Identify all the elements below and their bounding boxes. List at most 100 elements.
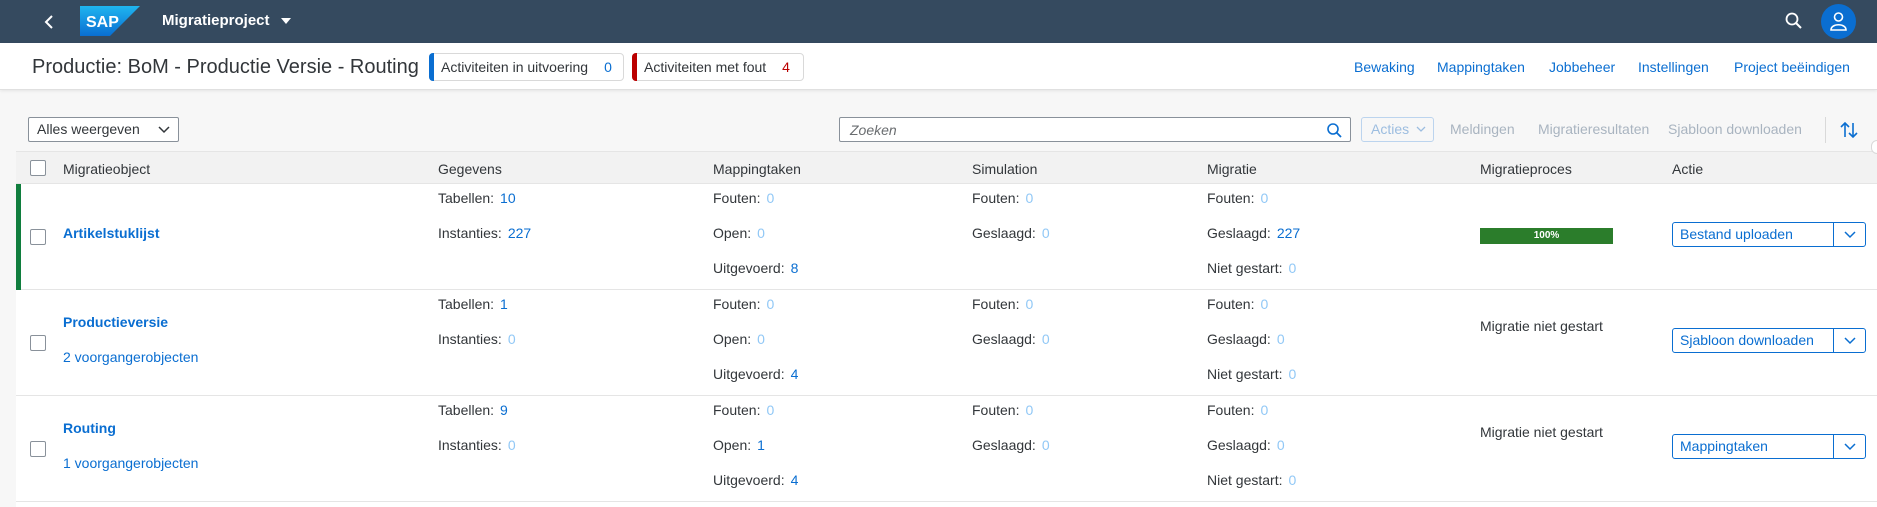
action-split-button[interactable]: Mappingtaken: [1672, 434, 1866, 459]
kpi-indicator: [429, 53, 434, 81]
object-header: Productie: BoM - Productie Versie - Rout…: [0, 43, 1877, 90]
toolbar-divider: [1825, 117, 1826, 143]
sort-icon[interactable]: [1838, 119, 1860, 141]
migratie-niet-gestart: Niet gestart: 0: [1207, 260, 1297, 276]
shell-bar: SAP Migratieproject: [0, 0, 1877, 43]
column-header-simulation[interactable]: Simulation: [972, 161, 1037, 177]
column-header-migratieproces[interactable]: Migratieproces: [1480, 161, 1572, 177]
simulation-fouten: Fouten: 0: [972, 190, 1034, 206]
mapping-uitgevoerd: Uitgevoerd: 8: [713, 260, 799, 276]
split-divider: [1833, 329, 1834, 352]
mapping-open: Open: 0: [713, 331, 765, 347]
action-split-button[interactable]: Sjabloon downloaden: [1672, 328, 1866, 353]
app-title[interactable]: Migratieproject: [162, 12, 270, 29]
kpi-value: 0: [604, 59, 612, 75]
chevron-down-icon[interactable]: [1844, 231, 1856, 239]
chevron-down-icon[interactable]: [1844, 337, 1856, 345]
split-divider: [1833, 223, 1834, 246]
gegevens-tabellen: Tabellen: 1: [438, 296, 508, 312]
mapping-fouten: Fouten: 0: [713, 190, 775, 206]
object-name-link[interactable]: Artikelstuklijst: [63, 225, 159, 241]
migratie-niet-gestart: Niet gestart: 0: [1207, 366, 1297, 382]
column-header-actie[interactable]: Actie: [1672, 161, 1703, 177]
mapping-fouten: Fouten: 0: [713, 402, 775, 418]
migration-status-text: Migratie niet gestart: [1480, 424, 1603, 440]
chevron-down-icon[interactable]: [1844, 443, 1856, 451]
gegevens-tabellen: Tabellen: 9: [438, 402, 508, 418]
kpi-value: 4: [782, 59, 790, 75]
mapping-open: Open: 0: [713, 225, 765, 241]
side-panel-handle[interactable]: [1871, 140, 1877, 154]
meldingen-button[interactable]: Meldingen: [1450, 121, 1515, 137]
action-button-label[interactable]: Bestand uploaden: [1680, 226, 1793, 242]
migration-status-text: Migratie niet gestart: [1480, 318, 1603, 334]
predecessor-objects-link[interactable]: 2 voorgangerobjecten: [63, 349, 198, 365]
filter-select[interactable]: Alles weergeven: [28, 117, 179, 142]
sjabloon-downloaden-button[interactable]: Sjabloon downloaden: [1668, 121, 1802, 137]
search-icon[interactable]: [1326, 122, 1343, 139]
split-divider: [1833, 435, 1834, 458]
predecessor-objects-link[interactable]: 1 voorgangerobjecten: [63, 455, 198, 471]
mapping-uitgevoerd: Uitgevoerd: 4: [713, 366, 799, 382]
page-title: Productie: BoM - Productie Versie - Rout…: [32, 56, 419, 78]
table-row[interactable]: Artikelstuklijst Tabellen: 10 Instanties:…: [16, 184, 1877, 290]
link-instellingen[interactable]: Instellingen: [1638, 59, 1709, 75]
chevron-down-icon: [158, 126, 170, 134]
object-name-link[interactable]: Productieversie: [63, 314, 168, 330]
link-project-beeindigen[interactable]: Project beëindigen: [1734, 59, 1850, 75]
sap-logo-text: SAP: [86, 14, 119, 31]
back-icon[interactable]: [38, 11, 60, 33]
migratie-geslaagd: Geslaagd: 0: [1207, 437, 1285, 453]
filter-select-value: Alles weergeven: [37, 121, 140, 137]
search-input[interactable]: Zoeken: [839, 117, 1351, 142]
simulation-fouten: Fouten: 0: [972, 402, 1034, 418]
user-avatar[interactable]: [1821, 4, 1856, 39]
user-icon: [1830, 12, 1847, 31]
search-placeholder: Zoeken: [850, 122, 897, 138]
migration-objects-table: Migratieobject Gegevens Mappingtaken Sim…: [16, 151, 1877, 507]
migratieresultaten-button[interactable]: Migratieresultaten: [1538, 121, 1649, 137]
link-bewaking[interactable]: Bewaking: [1354, 59, 1415, 75]
simulation-geslaagd: Geslaagd: 0: [972, 225, 1050, 241]
action-split-button[interactable]: Bestand uploaden: [1672, 222, 1866, 247]
select-all-checkbox[interactable]: [30, 160, 46, 176]
acties-label: Acties: [1371, 121, 1410, 137]
kpi-running-activities[interactable]: Activiteiten in uitvoering 0: [429, 53, 624, 81]
action-button-label[interactable]: Sjabloon downloaden: [1680, 332, 1814, 348]
simulation-fouten: Fouten: 0: [972, 296, 1034, 312]
gegevens-instanties: Instanties: 0: [438, 331, 516, 347]
mapping-uitgevoerd: Uitgevoerd: 4: [713, 472, 799, 488]
acties-menu-button[interactable]: Acties: [1361, 117, 1434, 142]
mapping-fouten: Fouten: 0: [713, 296, 775, 312]
migratie-niet-gestart: Niet gestart: 0: [1207, 472, 1297, 488]
link-jobbeheer[interactable]: Jobbeheer: [1549, 59, 1615, 75]
column-header-migratie[interactable]: Migratie: [1207, 161, 1257, 177]
kpi-label: Activiteiten in uitvoering: [441, 59, 589, 75]
caret-down-icon[interactable]: [281, 17, 291, 25]
action-button-label[interactable]: Mappingtaken: [1680, 438, 1768, 454]
kpi-error-activities[interactable]: Activiteiten met fout 4: [632, 53, 804, 81]
migratie-fouten: Fouten: 0: [1207, 402, 1269, 418]
link-mappingtaken[interactable]: Mappingtaken: [1437, 59, 1525, 75]
row-highlight: [16, 184, 21, 290]
kpi-label: Activiteiten met fout: [644, 59, 767, 75]
table-header: Migratieobject Gegevens Mappingtaken Sim…: [16, 151, 1877, 184]
sap-logo: SAP: [80, 6, 140, 36]
column-header-migratieobject[interactable]: Migratieobject: [63, 161, 150, 177]
migratie-fouten: Fouten: 0: [1207, 296, 1269, 312]
kpi-indicator: [632, 53, 637, 81]
row-checkbox[interactable]: [30, 229, 46, 245]
column-header-mappingtaken[interactable]: Mappingtaken: [713, 161, 801, 177]
migratie-fouten: Fouten: 0: [1207, 190, 1269, 206]
mapping-open: Open: 1: [713, 437, 765, 453]
row-checkbox[interactable]: [30, 335, 46, 351]
row-checkbox[interactable]: [30, 441, 46, 457]
simulation-geslaagd: Geslaagd: 0: [972, 331, 1050, 347]
table-row[interactable]: Routing 1 voorgangerobjecten Tabellen: 9 …: [16, 396, 1877, 502]
search-icon[interactable]: [1784, 11, 1804, 31]
table-row[interactable]: Productieversie 2 voorgangerobjecten Tab…: [16, 290, 1877, 396]
column-header-gegevens[interactable]: Gegevens: [438, 161, 502, 177]
migration-progress-bar: 100%: [1480, 228, 1613, 244]
simulation-geslaagd: Geslaagd: 0: [972, 437, 1050, 453]
object-name-link[interactable]: Routing: [63, 420, 116, 436]
